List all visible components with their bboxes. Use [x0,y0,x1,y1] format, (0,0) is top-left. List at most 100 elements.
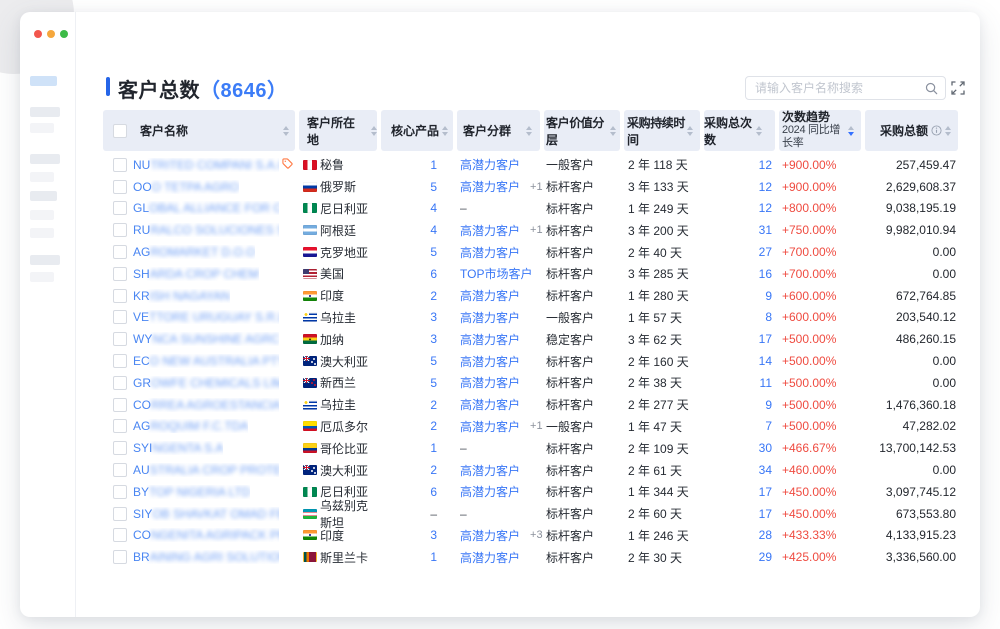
row-checkbox[interactable] [113,158,127,172]
purchase-count-link[interactable]: 8 [765,310,772,324]
table-row[interactable]: WYNCA SUNSHINE AGRC PRODU... 加纳 3 高潜力客户 … [103,328,958,350]
purchase-count-link[interactable]: 9 [765,289,772,303]
row-checkbox[interactable] [113,463,127,477]
table-row[interactable]: SIYOB SHAVKAT OMAD FERMER X... 乌兹别克斯坦 – … [103,503,958,525]
customer-name-link[interactable]: CONGENITA AGRIPACK PRIVATE E ... [133,528,279,542]
segment-link[interactable]: – [460,507,467,521]
sidebar-skeleton[interactable] [20,12,76,617]
segment-link[interactable]: 高潜力客户 [460,331,520,348]
segment-link[interactable]: – [460,441,467,455]
customer-name-link[interactable]: BYTOP NIGERIA LTD [133,485,250,499]
row-checkbox[interactable] [113,485,127,499]
purchase-count-link[interactable]: 27 [759,245,772,259]
table-row[interactable]: CONGENITA AGRIPACK PRIVATE E ... 印度 3 高潜… [103,525,958,547]
purchase-count-link[interactable]: 11 [760,376,772,390]
column-header-segment[interactable]: 客户分群 [457,110,540,151]
sort-icon[interactable] [610,126,616,136]
row-checkbox[interactable] [113,245,127,259]
row-checkbox[interactable] [113,398,127,412]
table-row[interactable]: VETTORE URUGUAY S.R.L 乌拉圭 3 高潜力客户 一般客户 1… [103,307,958,329]
core-products-count[interactable]: 3 [430,528,437,542]
purchase-count-link[interactable]: 28 [759,528,772,542]
segment-link[interactable]: 高潜力客户 [460,374,520,391]
customer-name-link[interactable]: AGROMARKET D.O.O [133,245,255,259]
sort-icon[interactable] [442,126,448,136]
purchase-count-link[interactable]: 14 [759,354,772,368]
customer-name-link[interactable]: SYINGENTA S.A [133,441,223,455]
core-products-count[interactable]: 2 [430,419,437,433]
purchase-count-link[interactable]: 30 [759,441,772,455]
row-checkbox[interactable] [113,507,127,521]
column-header-name[interactable]: 客户名称 [103,110,295,151]
purchase-count-link[interactable]: 17 [759,485,772,499]
row-checkbox[interactable] [113,180,127,194]
column-header-products[interactable]: 核心产品 [381,110,453,151]
row-checkbox[interactable] [113,550,127,564]
sort-icon[interactable] [756,126,762,136]
core-products-count[interactable]: 3 [430,332,437,346]
customer-name-link[interactable]: SIYOB SHAVKAT OMAD FERMER X... [133,507,279,521]
column-header-duration[interactable]: 采购持续时间 [624,110,700,151]
row-checkbox[interactable] [113,441,127,455]
purchase-count-link[interactable]: 17 [759,332,772,346]
row-checkbox[interactable] [113,223,127,237]
sort-icon[interactable] [283,126,289,136]
sort-icon[interactable] [371,126,377,136]
core-products-count[interactable]: 4 [430,223,437,237]
core-products-count[interactable]: 2 [430,463,437,477]
core-products-count[interactable]: 1 [430,441,437,455]
table-row[interactable]: SHARDA CROP CHEM 美国 6 TOP市场客户 标杆客户 3 年 2… [103,263,958,285]
customer-name-link[interactable]: OOO TETPA AGRO [133,180,239,194]
core-products-count[interactable]: 2 [430,289,437,303]
fullscreen-icon[interactable] [951,81,965,95]
segment-link[interactable]: 高潜力客户 [460,244,520,261]
customer-name-link[interactable]: BRAINING AGRI SOLUTIONS PVT LTD [133,550,279,564]
sort-icon[interactable] [687,126,693,136]
purchase-count-link[interactable]: 17 [759,507,772,521]
segment-link[interactable]: TOP市场客户 [460,265,532,282]
customer-name-link[interactable]: KRISH NAGAYAN [133,289,230,303]
table-row[interactable]: AGROQUIM F.C.TDA 厄瓜多尔 2 高潜力客户 +1 一般客户 1 … [103,416,958,438]
core-products-count[interactable]: 4 [430,201,437,215]
core-products-count[interactable]: 1 [430,158,437,172]
purchase-count-link[interactable]: 12 [759,201,772,215]
core-products-count[interactable]: 5 [430,376,437,390]
core-products-count[interactable]: – [430,507,437,521]
table-row[interactable]: BYTOP NIGERIA LTD 尼日利亚 6 高潜力客户 标杆客户 1 年 … [103,481,958,503]
core-products-count[interactable]: 5 [430,245,437,259]
purchase-count-link[interactable]: 34 [759,463,772,477]
customer-name-link[interactable]: GROWFE CHEMICALS LIMITED [133,376,279,390]
table-row[interactable]: ECO NEW AUSTRALIA PTY LIMITED 澳大利亚 5 高潜力… [103,350,958,372]
search-input[interactable] [753,80,925,96]
purchase-count-link[interactable]: 16 [759,267,772,281]
row-checkbox[interactable] [113,332,127,346]
customer-name-link[interactable]: WYNCA SUNSHINE AGRC PRODU... [133,332,279,346]
segment-link[interactable]: 高潜力客户 [460,396,520,413]
core-products-count[interactable]: 3 [430,310,437,324]
purchase-count-link[interactable]: 7 [765,419,772,433]
segment-link[interactable]: 高潜力客户 [460,156,520,173]
table-row[interactable]: GROWFE CHEMICALS LIMITED 新西兰 5 高潜力客户 标杆客… [103,372,958,394]
row-checkbox[interactable] [113,310,127,324]
sort-icon-active[interactable] [848,126,854,136]
purchase-count-link[interactable]: 31 [759,223,772,237]
segment-link[interactable]: 高潜力客户 [460,418,520,435]
search-box[interactable] [745,76,946,100]
segment-link[interactable]: 高潜力客户 [460,462,520,479]
row-checkbox[interactable] [113,201,127,215]
customer-name-link[interactable]: NUTRITED COMPANI S.A.C [133,158,279,172]
segment-link[interactable]: 高潜力客户 [460,222,520,239]
table-row[interactable]: OOO TETPA AGRO 俄罗斯 5 高潜力客户 +1 标杆客户 3 年 1… [103,176,958,198]
table-row[interactable]: AGROMARKET D.O.O 克罗地亚 5 高潜力客户 标杆客户 2 年 4… [103,241,958,263]
sort-icon[interactable] [945,126,951,136]
purchase-count-link[interactable]: 12 [759,158,772,172]
row-checkbox[interactable] [113,354,127,368]
segment-link[interactable]: 高潜力客户 [460,353,520,370]
table-row[interactable]: BRAINING AGRI SOLUTIONS PVT LTD 斯里兰卡 1 高… [103,546,958,568]
row-checkbox[interactable] [113,528,127,542]
customer-name-link[interactable]: SHARDA CROP CHEM [133,267,259,281]
row-checkbox[interactable] [113,289,127,303]
customer-name-link[interactable]: RURALCO SOLUCIONES S.A [133,223,279,237]
customer-name-link[interactable]: VETTORE URUGUAY S.R.L [133,310,279,324]
core-products-count[interactable]: 2 [430,398,437,412]
